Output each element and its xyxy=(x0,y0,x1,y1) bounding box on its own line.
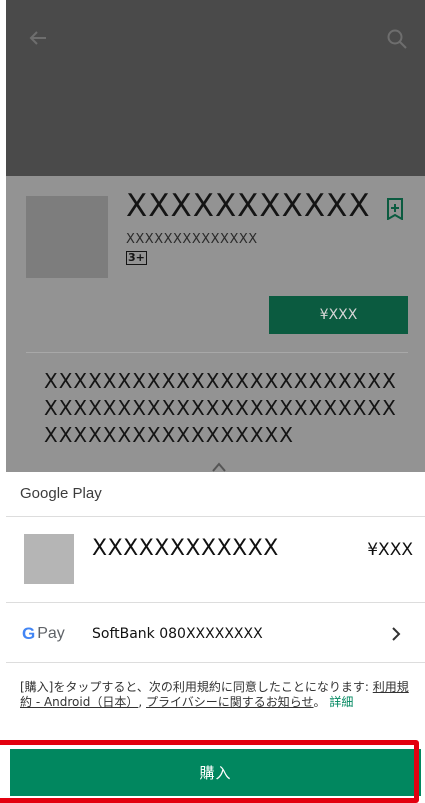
privacy-notice-link[interactable]: プライバシーに関するお知らせ xyxy=(146,695,314,709)
sheet-title: Google Play xyxy=(20,485,102,502)
terms-prefix: [購入]をタップすると、次の利用規約に同意したことになります: xyxy=(20,680,373,694)
expand-icon[interactable] xyxy=(212,462,226,472)
divider xyxy=(6,602,425,603)
app-header xyxy=(6,0,425,176)
details-link[interactable]: 詳細 xyxy=(329,695,353,709)
app-description: XXXXXXXXXXXXXXXXXXXXXXXXXXXXXXXXXXXXXXXX… xyxy=(44,369,397,447)
app-icon-image xyxy=(26,196,108,278)
terms-text: [購入]をタップすると、次の利用規約に同意したことになります: 利用規約 - A… xyxy=(20,680,412,710)
back-arrow-icon[interactable] xyxy=(26,26,50,50)
screen: XXXXXXXXXXX XXXXXXXXXXXXXX 3+ ¥XXX XXXXX… xyxy=(6,0,425,803)
item-name: XXXXXXXXXXXX xyxy=(92,536,279,561)
divider xyxy=(26,352,408,353)
item-image xyxy=(24,534,74,584)
item-price: ¥XXX xyxy=(367,540,413,560)
content-rating-badge: 3+ xyxy=(126,251,147,265)
google-pay-logo: G Pay xyxy=(22,624,65,644)
google-g-logo: G xyxy=(22,624,36,643)
app-title: XXXXXXXXXXX xyxy=(126,188,371,224)
terms-period: 。 xyxy=(313,695,326,709)
chevron-right-icon[interactable] xyxy=(390,626,402,642)
divider xyxy=(6,662,425,663)
gpay-pay-text: Pay xyxy=(37,625,65,642)
divider xyxy=(6,516,425,517)
app-developer: XXXXXXXXXXXXXX xyxy=(126,232,258,247)
highlight-frame xyxy=(0,740,419,803)
terms-separator: , xyxy=(138,695,146,709)
payment-method[interactable]: SoftBank 080XXXXXXXX xyxy=(92,626,263,642)
search-icon[interactable] xyxy=(386,28,408,50)
wishlist-icon[interactable] xyxy=(386,198,404,220)
price-button[interactable]: ¥XXX xyxy=(269,296,408,334)
